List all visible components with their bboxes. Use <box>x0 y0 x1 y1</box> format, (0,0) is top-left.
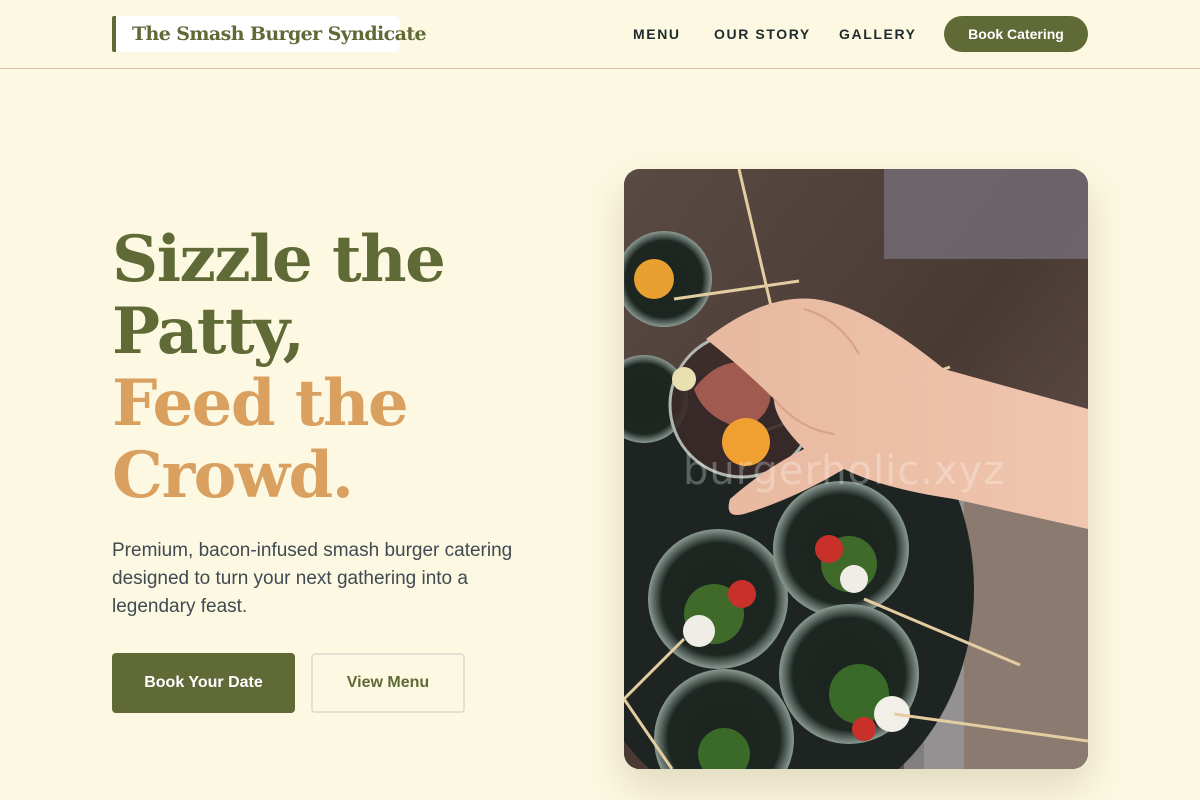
book-your-date-button[interactable]: Book Your Date <box>112 653 295 713</box>
nav-link-menu[interactable]: MENU <box>633 16 681 52</box>
view-menu-button[interactable]: View Menu <box>311 653 465 713</box>
hero-subtext: Premium, bacon-infused smash burger cate… <box>112 540 513 617</box>
brand-name: The Smash Burger Syndicate <box>132 23 427 45</box>
nav-link-our-story[interactable]: OUR STORY <box>714 16 811 52</box>
headline-line-3: Feed the <box>112 366 409 441</box>
watermark-text: burgerholic.xyz <box>683 448 1006 494</box>
brand-logo[interactable]: The Smash Burger Syndicate <box>112 16 427 52</box>
site-header: The Smash Burger Syndicate MENU OUR STOR… <box>0 0 1200 69</box>
book-catering-button[interactable]: Book Catering <box>944 16 1088 52</box>
headline-line-4: Crowd. <box>112 438 354 513</box>
nav-link-gallery[interactable]: GALLERY <box>839 16 917 52</box>
headline-line-1: Sizzle the <box>112 222 446 297</box>
headline-line-2: Patty, <box>112 294 305 369</box>
hero-headline: Sizzle the Patty, Feed the Crowd. <box>112 224 582 512</box>
